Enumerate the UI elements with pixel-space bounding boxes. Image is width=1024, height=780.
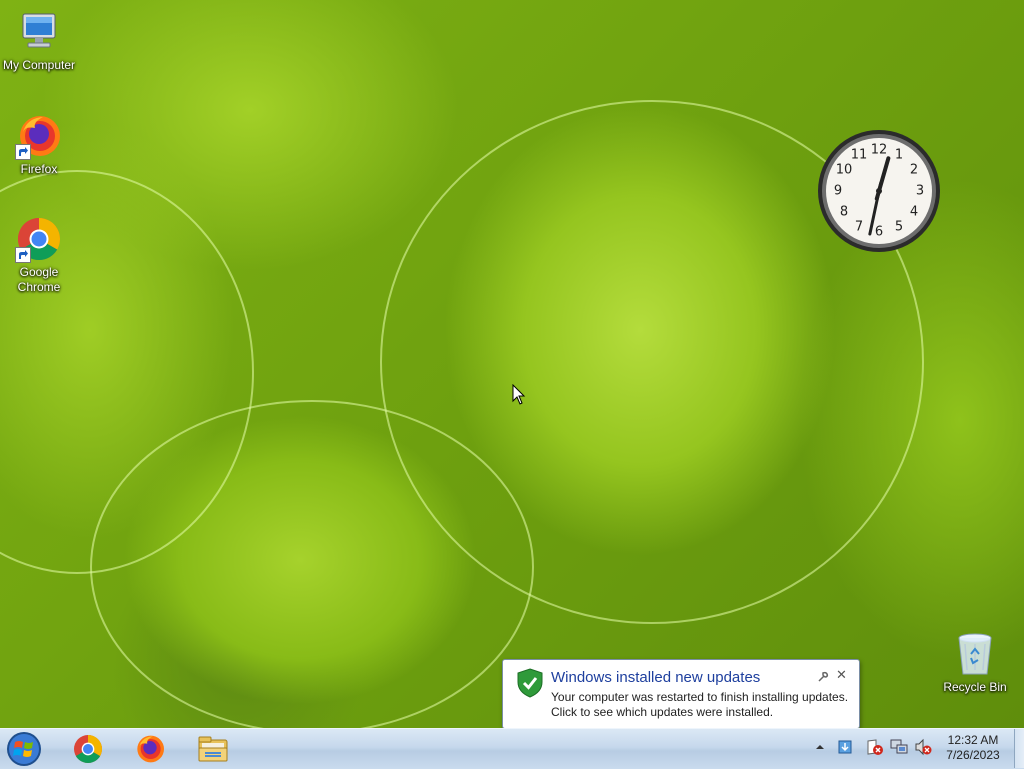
desktop-icon-label: Firefox: [20, 162, 58, 176]
taskbar-chrome-button[interactable]: [60, 730, 116, 766]
notification-body: Your computer was restarted to finish in…: [551, 690, 856, 720]
svg-text:11: 11: [851, 148, 868, 163]
computer-icon: [15, 8, 63, 56]
windows-update-icon[interactable]: [836, 738, 854, 778]
svg-text:10: 10: [836, 163, 853, 178]
volume-muted-icon[interactable]: [914, 738, 932, 778]
windows-logo-icon: [7, 732, 41, 766]
desktop-icon-label: My Computer: [2, 58, 76, 72]
firefox-icon: [15, 112, 63, 160]
svg-text:5: 5: [895, 220, 903, 235]
chrome-icon: [15, 215, 63, 263]
svg-text:2: 2: [910, 163, 918, 178]
desktop-icon-recycle-bin[interactable]: Recycle Bin: [937, 630, 1013, 695]
shield-check-icon: [516, 668, 544, 703]
svg-text:7: 7: [855, 220, 863, 235]
taskbar-firefox-button[interactable]: [122, 730, 178, 766]
taskbar-date: 7/26/2023: [946, 748, 1000, 762]
shortcut-arrow-icon: [15, 247, 31, 263]
notification-line-1: Your computer was restarted to finish in…: [551, 690, 849, 704]
svg-text:3: 3: [916, 184, 924, 199]
desktop-icon-label: Recycle Bin: [943, 680, 1007, 694]
network-icon[interactable]: [890, 738, 908, 778]
close-icon[interactable]: ✕: [836, 667, 847, 683]
svg-text:12: 12: [871, 143, 888, 158]
show-hidden-icons-icon[interactable]: [814, 740, 826, 780]
desktop-icon-firefox[interactable]: Firefox: [1, 112, 77, 177]
svg-text:9: 9: [834, 184, 842, 199]
firefox-icon: [134, 733, 166, 765]
folder-icon: [197, 733, 229, 765]
update-notification-balloon[interactable]: Windows installed new updates Your compu…: [502, 659, 860, 740]
taskbar-clock[interactable]: 12:32 AM 7/26/2023: [934, 733, 1012, 763]
taskbar-time: 12:32 AM: [947, 733, 999, 747]
clock-gadget[interactable]: 12 1 2 345 678 9 10 11: [816, 128, 942, 254]
start-button[interactable]: [4, 731, 44, 767]
action-center-icon[interactable]: [866, 738, 884, 778]
desktop-icon-my-computer[interactable]: My Computer: [1, 8, 77, 73]
svg-text:6: 6: [875, 225, 883, 240]
desktop-icon-label: Google Chrome: [17, 265, 61, 294]
svg-text:1: 1: [895, 148, 903, 163]
desktop-icon-google-chrome[interactable]: Google Chrome: [1, 215, 77, 295]
shortcut-arrow-icon: [15, 144, 31, 160]
chrome-icon: [72, 733, 104, 765]
recycle-bin-icon: [951, 630, 999, 678]
notification-line-2: Click to see which updates were installe…: [551, 705, 774, 719]
mouse-cursor-icon: [512, 383, 526, 411]
clock-face-icon: 12 12 345 678 91011: [818, 130, 940, 252]
notification-title: Windows installed new updates: [551, 669, 761, 686]
svg-text:4: 4: [910, 205, 918, 220]
svg-text:8: 8: [840, 205, 848, 220]
desktop-wallpaper: [0, 0, 1024, 728]
taskbar-explorer-button[interactable]: [185, 730, 241, 766]
show-desktop-button[interactable]: [1014, 729, 1024, 768]
options-wrench-icon[interactable]: [817, 670, 829, 688]
